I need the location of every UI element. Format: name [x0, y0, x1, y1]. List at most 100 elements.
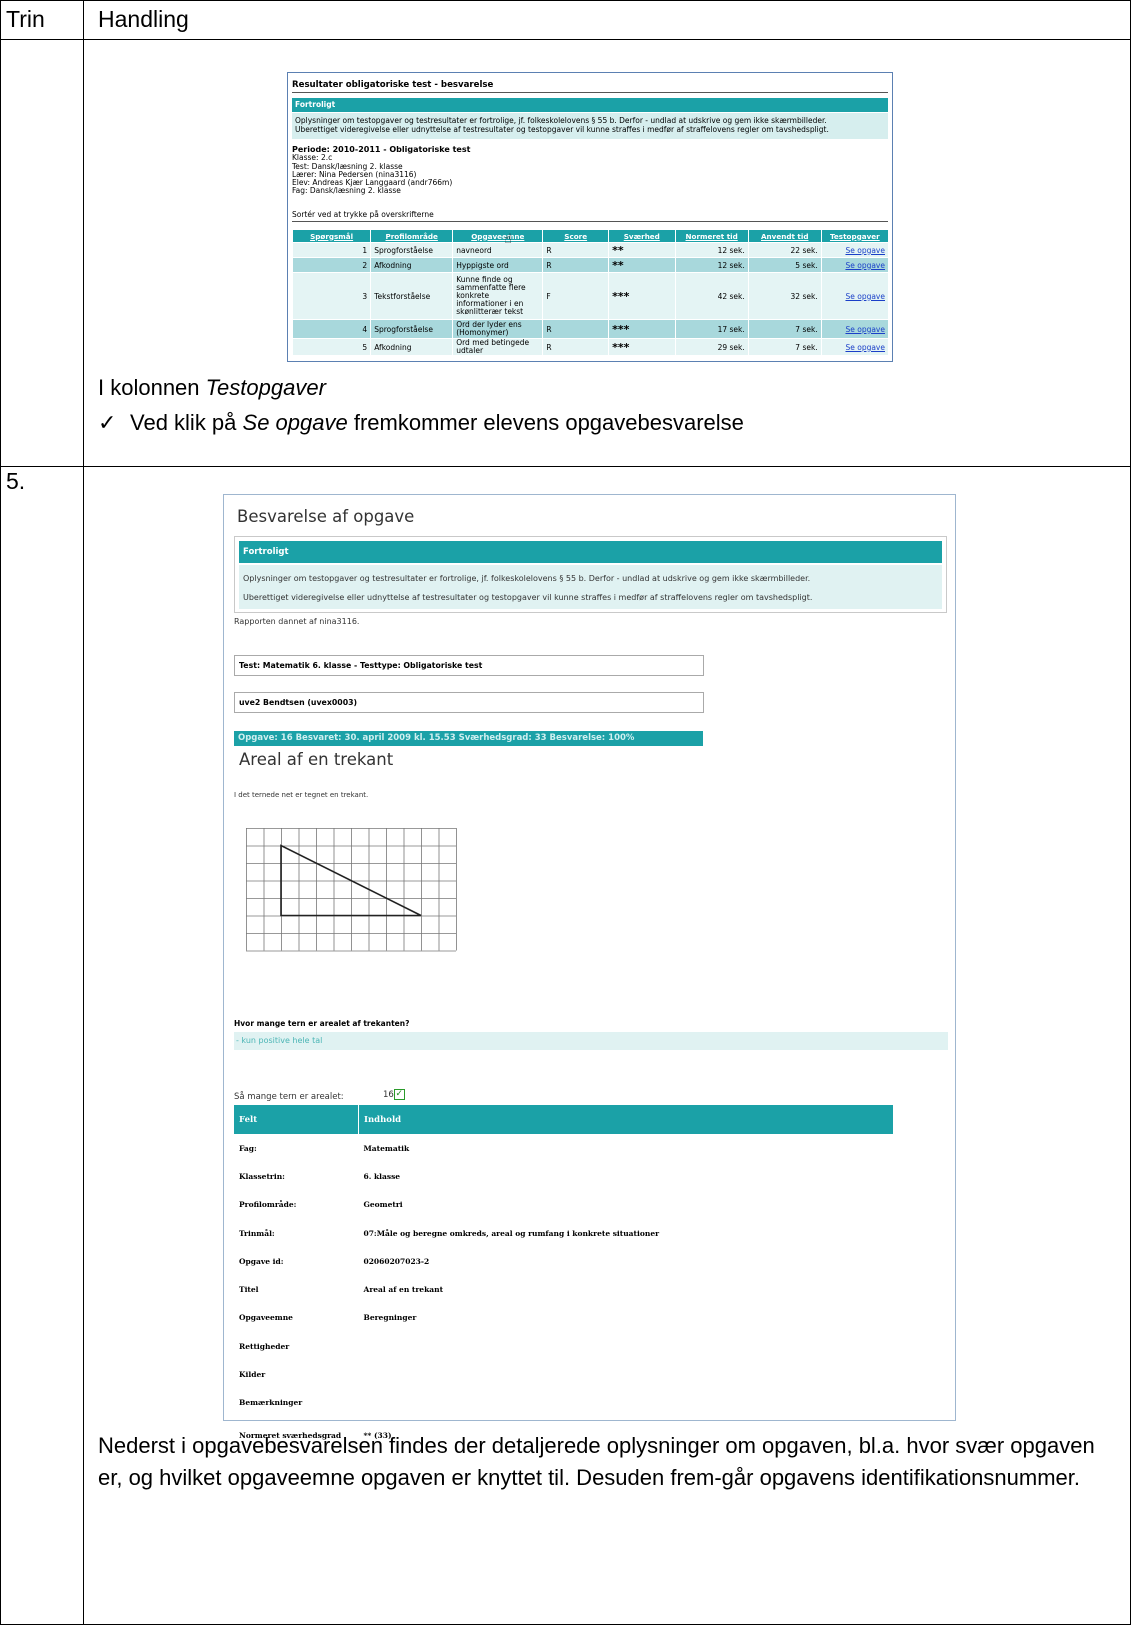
answer-value: 16: [383, 1090, 394, 1100]
hand-cursor-icon: ☝: [504, 232, 512, 247]
results-column-header[interactable]: Anvendt tid: [748, 230, 821, 242]
table-cell: Sprogforståelse: [371, 243, 453, 257]
table-cell: Tekstforståelse: [371, 273, 453, 319]
table-row: 4 Sprogforståelse Ord der lyder ens (Homon…: [293, 320, 888, 338]
table-cell: Ord med betingede udtaler: [453, 339, 543, 355]
info-value: Beregninger: [363, 1313, 417, 1323]
info-key: Trinmål:: [239, 1228, 275, 1238]
info-value: 07:Måle og beregne omkreds, areal og rum…: [363, 1228, 660, 1238]
info-value: [359, 1360, 894, 1388]
info-header-felt: Felt: [234, 1105, 359, 1134]
info-key: Klassetrin:: [239, 1171, 285, 1181]
confidential-line: Uberettiget videregivelse eller udnyttel…: [295, 125, 829, 134]
table-cell: 5: [293, 339, 371, 355]
results-header-row: Spørgsmål Profilområde Opgaveemne Score Svær…: [293, 230, 888, 242]
task-info-bar: Opgave: 16 Besvaret: 30. april 2009 kl. …: [234, 731, 703, 746]
table-cell: 7 sek.: [748, 320, 821, 338]
see-task-link[interactable]: Se opgave: [821, 339, 888, 355]
caption-text: I kolonnen: [98, 375, 206, 400]
row-divider: [0, 466, 1131, 467]
caption-details: Nederst i opgavebesvarelsen findes der d…: [98, 1433, 1095, 1490]
table-cell: Sprogforståelse: [371, 320, 453, 338]
table-cell: F: [543, 273, 609, 319]
info-key: Opgaveemne: [239, 1313, 293, 1323]
results-body: 1 Sprogforståelse navneord R ** 12 sek. 22 sek…: [293, 243, 888, 355]
table-cell: 3: [293, 273, 371, 319]
caption-click: Ved klik på Se opgave fremkommer elevens…: [130, 410, 744, 436]
info-header-indhold: Indhold: [358, 1105, 893, 1134]
table-cell: 5 sek.: [748, 258, 821, 272]
caption-column: I kolonnen Testopgaver: [98, 375, 326, 401]
results-column-header[interactable]: Normeret tid: [675, 230, 748, 242]
results-column-header[interactable]: Profilområde: [371, 230, 453, 242]
see-task-link[interactable]: Se opgave: [821, 273, 888, 319]
info-body: Fag: Matematik Klassetrin: 6. klasse Profilo…: [234, 1134, 893, 1455]
info-row: Fag: Matematik: [234, 1134, 893, 1162]
info-value: Matematik: [363, 1143, 410, 1153]
info-row: Profilområde: Geometri: [234, 1191, 893, 1219]
info-row: Trinmål: 07:Måle og beregne omkreds, area…: [234, 1219, 893, 1247]
divider: [292, 92, 888, 93]
info-value: Areal af en trekant: [363, 1285, 444, 1295]
see-task-link[interactable]: Se opgave: [821, 243, 888, 257]
answer-label: Så mange tern er arealet:: [234, 1092, 344, 1102]
table-cell: 12 sek.: [675, 258, 748, 272]
fag: Fag: Dansk/læsning 2. klasse: [292, 186, 401, 196]
info-key: Titel: [239, 1285, 259, 1295]
results-column-header[interactable]: Sværhed: [609, 230, 675, 242]
info-row: Kilder: [234, 1360, 893, 1388]
table-cell: 32 sek.: [748, 273, 821, 319]
info-value: [359, 1389, 894, 1417]
header-row-divider: [0, 39, 1131, 40]
divider: [292, 221, 888, 222]
confidential-header: Fortroligt: [292, 98, 888, 112]
info-row: Rettigheder: [234, 1332, 893, 1360]
caption-italic: Testopgaver: [205, 375, 326, 400]
question: Hvor mange tern er arealet af trekanten?: [234, 1019, 410, 1028]
info-key: Bemærkninger: [239, 1398, 303, 1408]
table-cell: 29 sek.: [675, 339, 748, 355]
confidential-line: Oplysninger om testopgaver og testresult…: [243, 574, 811, 583]
results-column-header[interactable]: Testopgaver: [821, 230, 888, 242]
info-value: [359, 1332, 894, 1360]
see-task-link[interactable]: Se opgave: [821, 258, 888, 272]
info-value: 6. klasse: [363, 1171, 401, 1181]
table-row: 2 Afkodning Hyppigste ord R ** 12 sek. 5 sek. S…: [293, 258, 888, 272]
results-column-header[interactable]: Opgaveemne: [453, 230, 543, 242]
answer-title: Besvarelse af opgave: [237, 507, 415, 526]
info-key: Kilder: [239, 1370, 266, 1380]
info-row: Bemærkninger: [234, 1389, 893, 1417]
results-table: Spørgsmål Profilområde Opgaveemne Score Svær…: [292, 229, 889, 356]
table-cell: ***: [609, 320, 675, 338]
info-row: Titel Areal af en trekant: [234, 1275, 893, 1303]
results-column-header[interactable]: Score: [543, 230, 609, 242]
table-cell: 7 sek.: [748, 339, 821, 355]
table-row: 5 Afkodning Ord med betingede udtaler R *** 2…: [293, 339, 888, 355]
table-cell: **: [609, 258, 675, 272]
table-cell: 1: [293, 243, 371, 257]
table-cell: Afkodning: [371, 258, 453, 272]
table-cell: ***: [609, 339, 675, 355]
triangle-grid-figure: [246, 828, 457, 952]
step-number: 5.: [6, 468, 26, 494]
info-key: Opgave id:: [239, 1256, 284, 1266]
info-row: Opgaveemne Beregninger: [234, 1304, 893, 1332]
table-cell: Afkodning: [371, 339, 453, 355]
table-cell: ***: [609, 273, 675, 319]
header-trin: Trin: [6, 6, 45, 32]
info-value: Geometri: [363, 1200, 403, 1210]
caption-text: Ved klik på: [130, 410, 243, 435]
info-key: Rettigheder: [239, 1341, 290, 1351]
table-cell: Hyppigste ord: [453, 258, 543, 272]
answer-value-wrap: 16 ✓: [383, 1089, 405, 1100]
see-task-link[interactable]: Se opgave: [821, 320, 888, 338]
test-meta: Periode: 2010-2011 - Obligatoriske test …: [292, 145, 470, 196]
confidential-line: Uberettiget videregivelse eller udnyttel…: [243, 593, 813, 602]
table-cell: navneord: [453, 243, 543, 257]
table-cell: 4: [293, 320, 371, 338]
task-info-table: Felt Indhold Fag: Matematik Klassetrin: 6. k…: [234, 1105, 893, 1455]
caption-text: fremkommer elevens opgavebesvarelse: [347, 410, 744, 435]
results-column-header[interactable]: Spørgsmål: [293, 230, 371, 242]
confidential-box: Fortroligt Oplysninger om testopgaver og…: [234, 536, 947, 613]
table-cell: R: [543, 320, 609, 338]
